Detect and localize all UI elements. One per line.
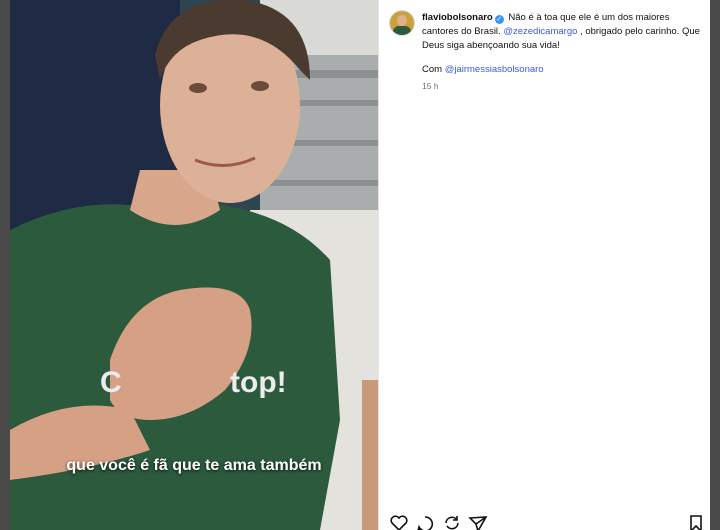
shirt-print-text: top! <box>230 366 287 399</box>
avatar-shirt <box>393 26 411 35</box>
backdrop-left <box>0 0 10 530</box>
post-caption: flaviobolsonaro ✓ Não é à toa que ele é u… <box>422 11 702 93</box>
post-sidebar: flaviobolsonaro ✓ Não é à toa que ele é u… <box>378 0 710 530</box>
video-player[interactable]: C top! que você é fã que te ama também <box>10 0 378 530</box>
avatar-face <box>397 15 407 26</box>
avatar[interactable] <box>389 10 415 36</box>
post-modal: C top! que você é fã que te ama também f… <box>10 0 710 530</box>
mention-link-2[interactable]: @jairmessiasbolsonaro <box>445 64 544 75</box>
share-icon[interactable] <box>468 514 488 530</box>
comment-icon[interactable] <box>415 514 435 530</box>
shirt-print-text: C <box>100 366 122 399</box>
bookmark-icon[interactable] <box>688 514 704 530</box>
video-frame: C top! <box>10 0 378 530</box>
mention-link[interactable]: @zezedicamargo <box>503 26 577 37</box>
post-timestamp[interactable]: 15 h <box>422 79 702 93</box>
repost-icon[interactable] <box>442 514 462 530</box>
with-label: Com <box>422 64 443 75</box>
tagged-line: Com @jairmessiasbolsonaro <box>422 63 702 77</box>
heart-icon[interactable] <box>389 514 409 530</box>
backdrop-right <box>710 0 720 530</box>
video-subtitle: que você é fã que te ama também <box>66 457 322 474</box>
username-link[interactable]: flaviobolsonaro <box>422 12 493 23</box>
verified-badge-icon: ✓ <box>494 15 504 24</box>
